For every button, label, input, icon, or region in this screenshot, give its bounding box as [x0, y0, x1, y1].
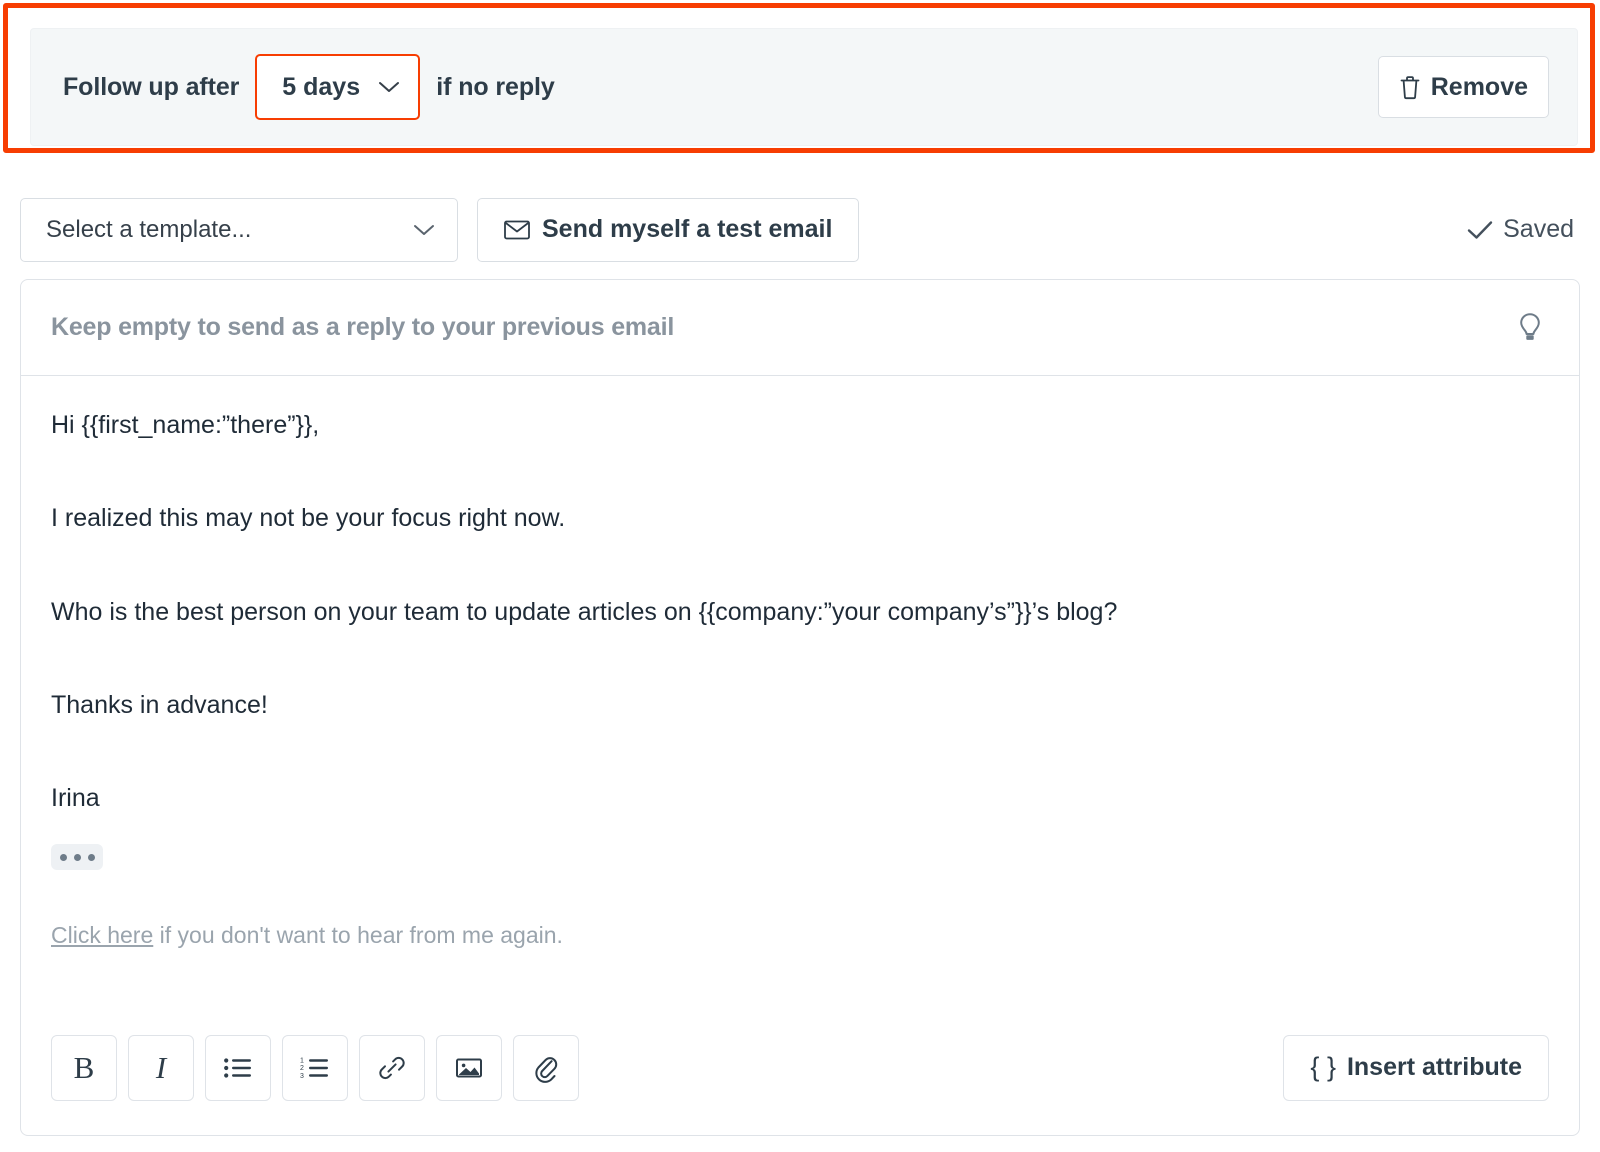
- svg-text:3: 3: [300, 1073, 304, 1080]
- link-icon: [378, 1054, 406, 1082]
- remove-button[interactable]: Remove: [1377, 56, 1549, 118]
- bullet-list-icon: [223, 1056, 253, 1080]
- template-toolbar-row: Select a template... Send myself a test …: [20, 197, 1580, 262]
- followup-label-prefix: Follow up after: [63, 72, 240, 101]
- dot: [59, 853, 67, 861]
- subject-input-row[interactable]: Keep empty to send as a reply to your pr…: [21, 280, 1579, 376]
- followup-delay-select[interactable]: 5 days: [255, 54, 421, 120]
- insert-attribute-button[interactable]: { } Insert attribute: [1283, 1034, 1549, 1101]
- followup-label-suffix: if no reply: [436, 72, 555, 101]
- italic-glyph: I: [155, 1049, 167, 1085]
- numbered-list-button[interactable]: 1 2 3: [282, 1034, 348, 1101]
- unsubscribe-link[interactable]: Click here: [51, 922, 153, 948]
- followup-step-highlight: Follow up after 5 days if no reply Remov…: [3, 3, 1595, 153]
- unsubscribe-rest: if you don't want to hear from me again.: [153, 922, 563, 949]
- bullet-list-button[interactable]: [205, 1034, 271, 1101]
- dot: [87, 853, 95, 861]
- saved-status-label: Saved: [1503, 215, 1574, 243]
- ellipsis-icon[interactable]: [51, 844, 103, 871]
- body-line: I realized this may not be your focus ri…: [51, 504, 566, 533]
- editor-format-toolbar: B I 1 2 3 {} Insert attribute: [21, 1000, 1579, 1135]
- paperclip-icon: [533, 1053, 559, 1083]
- body-line: Irina: [51, 784, 100, 812]
- body-line: Thanks in advance!: [51, 690, 268, 719]
- body-line: Hi {{first_name:”there”}},: [51, 411, 320, 439]
- lightbulb-icon[interactable]: [1517, 312, 1549, 344]
- trash-icon: [1399, 75, 1421, 100]
- unsubscribe-line: Click here if you don't want to hear fro…: [51, 922, 1549, 949]
- check-icon: [1467, 220, 1493, 240]
- chevron-down-icon: [378, 80, 400, 94]
- template-select[interactable]: Select a template...: [20, 197, 458, 262]
- remove-button-label: Remove: [1430, 72, 1528, 101]
- email-editor-card: Keep empty to send as a reply to your pr…: [20, 279, 1580, 1136]
- svg-text:1: 1: [300, 1057, 304, 1064]
- numbered-list-icon: 1 2 3: [300, 1056, 330, 1080]
- envelope-icon: [504, 220, 530, 240]
- italic-button[interactable]: I: [128, 1034, 194, 1101]
- insert-attribute-label: Insert attribute: [1346, 1053, 1522, 1081]
- bold-button[interactable]: B: [51, 1034, 117, 1101]
- email-body-editor[interactable]: Hi {{first_name:”there”}}, I realized th…: [21, 376, 1579, 1034]
- saved-status: Saved: [1467, 215, 1580, 244]
- link-button[interactable]: [359, 1034, 425, 1101]
- followup-email-editor-screen: Follow up after 5 days if no reply Remov…: [0, 0, 1600, 1152]
- dot: [73, 853, 81, 861]
- followup-delay-value: 5 days: [282, 72, 361, 101]
- template-select-value: Select a template...: [46, 215, 252, 243]
- send-test-email-button[interactable]: Send myself a test email: [477, 197, 860, 262]
- braces-icon: { }: [1310, 1052, 1336, 1082]
- body-line: Who is the best person on your team to u…: [51, 597, 1118, 626]
- chevron-down-icon: [413, 223, 435, 237]
- svg-text:2: 2: [300, 1065, 304, 1072]
- followup-step-panel: Follow up after 5 days if no reply Remov…: [30, 28, 1578, 146]
- image-icon: [455, 1056, 483, 1080]
- bold-glyph: B: [73, 1049, 95, 1085]
- subject-placeholder: Keep empty to send as a reply to your pr…: [51, 313, 675, 341]
- image-button[interactable]: [436, 1034, 502, 1101]
- send-test-email-label: Send myself a test email: [542, 215, 833, 243]
- attachment-button[interactable]: [513, 1034, 579, 1101]
